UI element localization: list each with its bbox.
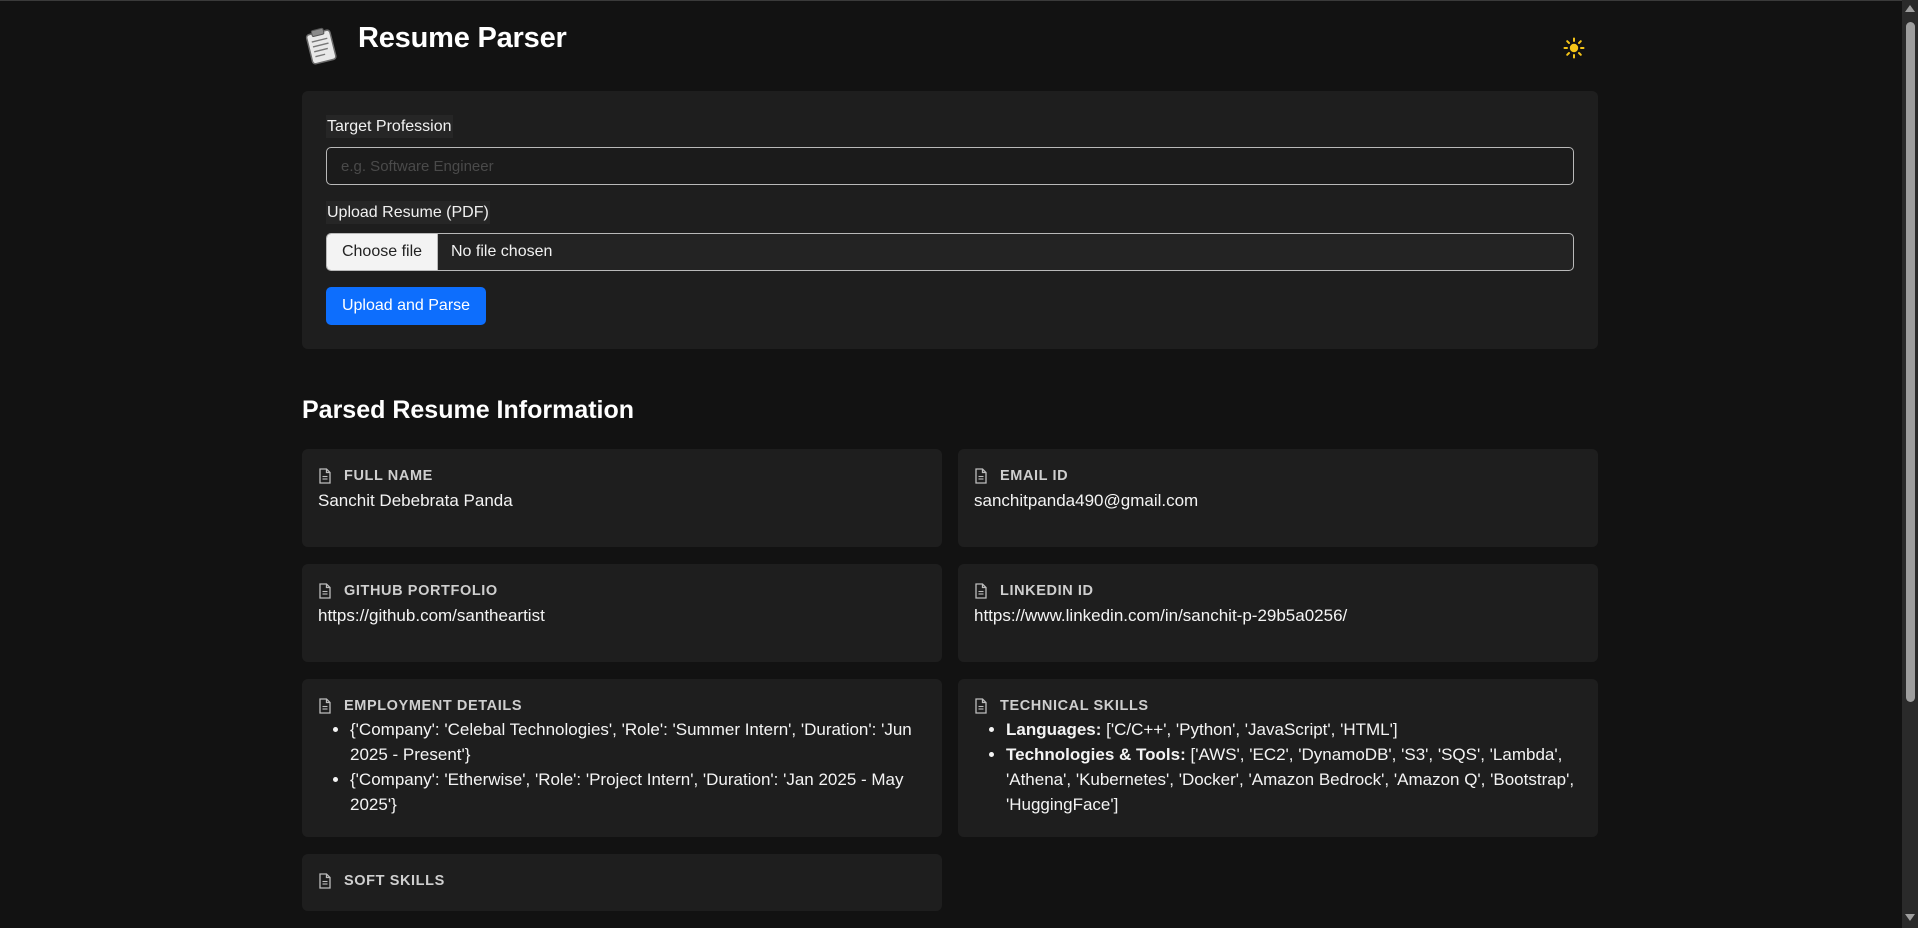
employment-list: {'Company': 'Celebal Technologies', 'Rol… — [318, 717, 920, 817]
page-container: Resume Parser Target Profession Upload R… — [302, 0, 1598, 911]
list-item: Languages: ['C/C++', 'Python', 'JavaScri… — [1006, 717, 1576, 742]
scrollbar-thumb[interactable] — [1906, 22, 1915, 702]
resume-file-input[interactable]: Choose file No file chosen — [326, 233, 1574, 271]
skill-values: ['C/C++', 'Python', 'JavaScript', 'HTML'… — [1101, 720, 1398, 739]
results-title: Parsed Resume Information — [302, 396, 635, 424]
card-label: TECHNICAL SKILLS — [1000, 698, 1149, 714]
card-employment: EMPLOYMENT DETAILS {'Company': 'Celebal … — [302, 679, 942, 837]
list-item: Technologies & Tools: ['AWS', 'EC2', 'Dy… — [1006, 742, 1576, 817]
card-soft-skills: SOFT SKILLS — [302, 854, 942, 911]
email-value: sanchitpanda490@gmail.com — [974, 491, 1199, 510]
card-full-name: FULL NAME Sanchit Debebrata Panda — [302, 449, 942, 547]
card-github: GITHUB PORTFOLIO https://github.com/sant… — [302, 564, 942, 662]
sun-icon[interactable] — [1562, 36, 1586, 60]
document-icon — [975, 468, 987, 484]
list-item: {'Company': 'Celebal Technologies', 'Rol… — [350, 717, 920, 767]
skill-category: Languages: — [1006, 720, 1102, 739]
document-icon — [319, 468, 331, 484]
document-icon — [319, 583, 331, 599]
choose-file-button[interactable]: Choose file — [327, 234, 438, 270]
card-label: EMPLOYMENT DETAILS — [344, 698, 523, 714]
card-email: EMAIL ID sanchitpanda490@gmail.com — [958, 449, 1598, 547]
file-status-text: No file chosen — [451, 243, 553, 260]
card-label: GITHUB PORTFOLIO — [344, 583, 498, 599]
card-label: SOFT SKILLS — [344, 873, 445, 889]
clipboard-icon — [305, 27, 337, 65]
card-label: FULL NAME — [344, 468, 433, 484]
upload-and-parse-button[interactable]: Upload and Parse — [326, 287, 486, 325]
technical-skills-list: Languages: ['C/C++', 'Python', 'JavaScri… — [974, 717, 1576, 817]
scroll-down-arrow-icon[interactable] — [1905, 914, 1915, 921]
list-item: {'Company': 'Etherwise', 'Role': 'Projec… — [350, 767, 920, 817]
vertical-scrollbar[interactable] — [1902, 0, 1918, 928]
upload-label: Upload Resume (PDF) — [326, 201, 490, 224]
card-label: EMAIL ID — [1000, 468, 1069, 484]
github-value: https://github.com/santheartist — [318, 606, 545, 625]
skill-category: Technologies & Tools: — [1006, 745, 1186, 764]
upload-form-card: Target Profession Upload Resume (PDF) Ch… — [302, 91, 1598, 349]
scroll-up-arrow-icon[interactable] — [1905, 5, 1915, 12]
card-technical-skills: TECHNICAL SKILLS Languages: ['C/C++', 'P… — [958, 679, 1598, 837]
document-icon — [319, 873, 331, 889]
linkedin-value: https://www.linkedin.com/in/sanchit-p-29… — [974, 606, 1348, 625]
app-title: Resume Parser — [358, 22, 567, 54]
document-icon — [319, 698, 331, 714]
profession-input[interactable] — [326, 147, 1574, 185]
full-name-value: Sanchit Debebrata Panda — [318, 491, 513, 510]
card-label: LINKEDIN ID — [1000, 583, 1094, 599]
app-header: Resume Parser — [302, 0, 1598, 90]
card-linkedin: LINKEDIN ID https://www.linkedin.com/in/… — [958, 564, 1598, 662]
document-icon — [975, 583, 987, 599]
document-icon — [975, 698, 987, 714]
profession-label: Target Profession — [326, 115, 453, 138]
